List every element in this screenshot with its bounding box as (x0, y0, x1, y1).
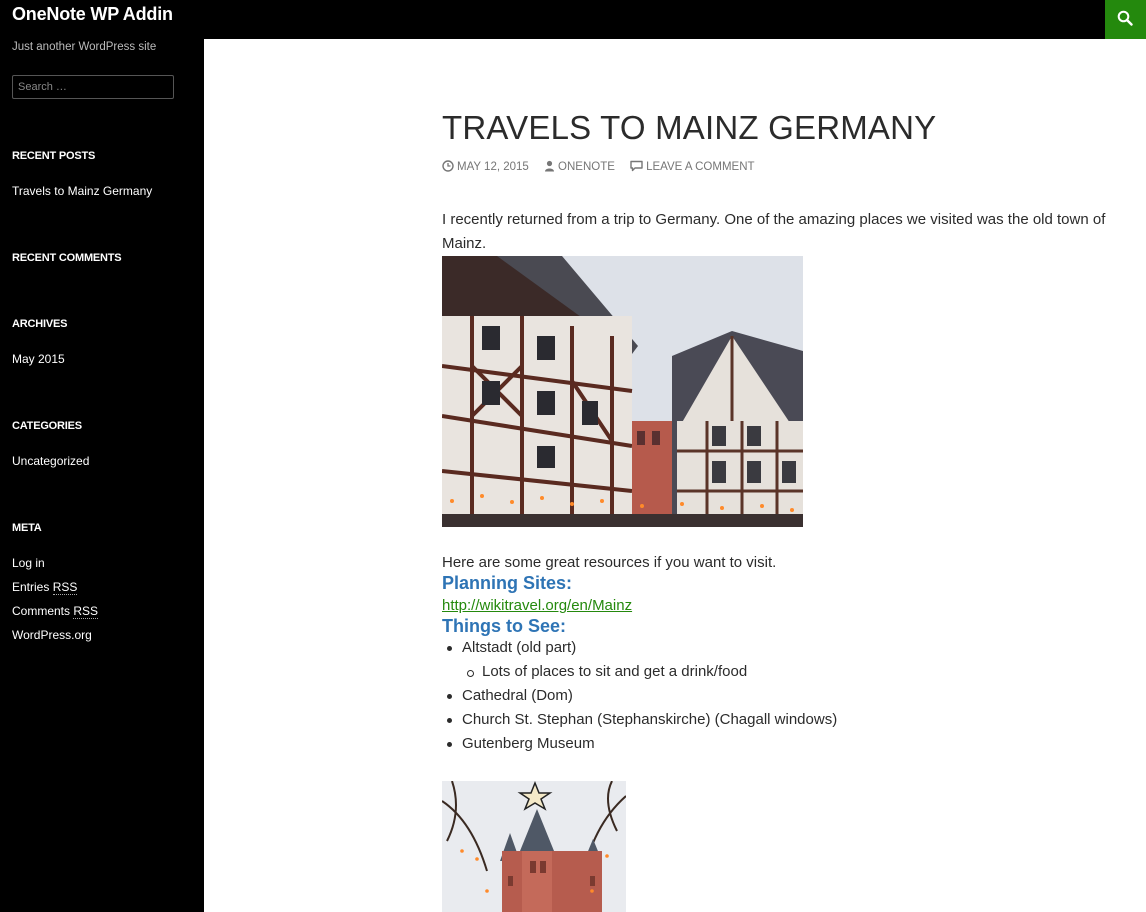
sidebar: Just another WordPress site RECENT POSTS… (0, 39, 204, 912)
meta-entries-rss-link[interactable]: Entries RSS (12, 580, 78, 595)
mainz-half-timbered-houses-photo (442, 256, 803, 527)
main-content: TRAVELS TO MAINZ GERMANY MAY 12, 2015 ON… (204, 39, 1146, 912)
rss-abbr: RSS (52, 580, 78, 595)
list-item: Altstadt (old part) (442, 636, 837, 660)
archives-heading: ARCHIVES (12, 318, 68, 330)
post-date: MAY 12, 2015 (457, 161, 529, 173)
things-to-see-heading: Things to See: (442, 616, 567, 636)
post-date-link[interactable]: MAY 12, 2015 (442, 160, 529, 173)
site-header: OneNote WP Addin (0, 0, 1146, 39)
leave-comment-label: LEAVE A COMMENT (646, 161, 755, 173)
post-author-link[interactable]: ONENOTE (544, 160, 615, 173)
recent-comments-heading: RECENT COMMENTS (12, 252, 122, 264)
post-intro: I recently returned from a trip to Germa… (442, 211, 1106, 252)
wikitravel-link[interactable]: http://wikitravel.org/en/Mainz (442, 597, 632, 614)
list-item: Gutenberg Museum (442, 732, 837, 756)
search-toggle-button[interactable] (1105, 0, 1146, 39)
meta-comments-rss-link[interactable]: Comments RSS (12, 604, 99, 619)
site-title-link[interactable]: OneNote WP Addin (12, 4, 173, 25)
meta-wordpress-org-link[interactable]: WordPress.org (12, 628, 92, 642)
meta-login-link[interactable]: Log in (12, 556, 45, 570)
recent-post-link[interactable]: Travels to Mainz Germany (12, 184, 152, 198)
planning-sites-heading: Planning Sites: (442, 573, 573, 593)
list-item: Church St. Stephan (Stephanskirche) (Cha… (442, 708, 837, 732)
resources-intro: Here are some great resources if you wan… (442, 554, 777, 571)
comments-label: Comments (12, 604, 74, 618)
list-item: Lots of places to sit and get a drink/fo… (442, 660, 837, 684)
search-icon (1117, 10, 1133, 26)
site-tagline: Just another WordPress site (12, 41, 157, 53)
rss-abbr: RSS (73, 604, 99, 619)
mainz-cathedral-photo (442, 781, 626, 912)
recent-posts-heading: RECENT POSTS (12, 150, 96, 162)
post-meta: MAY 12, 2015 ONENOTE LEAVE A COMMENT (442, 160, 767, 173)
user-icon (545, 160, 555, 172)
entries-label: Entries (12, 580, 53, 594)
list-item: Cathedral (Dom) (442, 684, 837, 708)
meta-heading: META (12, 522, 42, 534)
categories-heading: CATEGORIES (12, 420, 82, 432)
post-title[interactable]: TRAVELS TO MAINZ GERMANY (442, 109, 936, 147)
search-input[interactable] (12, 75, 174, 99)
post-author: ONENOTE (558, 161, 615, 173)
leave-comment-link[interactable]: LEAVE A COMMENT (630, 160, 755, 173)
clock-icon (442, 160, 454, 172)
comment-icon (630, 160, 643, 172)
archive-link-may-2015[interactable]: May 2015 (12, 352, 65, 366)
category-link-uncategorized[interactable]: Uncategorized (12, 454, 89, 468)
things-to-see-list: Altstadt (old part) Lots of places to si… (442, 636, 837, 756)
